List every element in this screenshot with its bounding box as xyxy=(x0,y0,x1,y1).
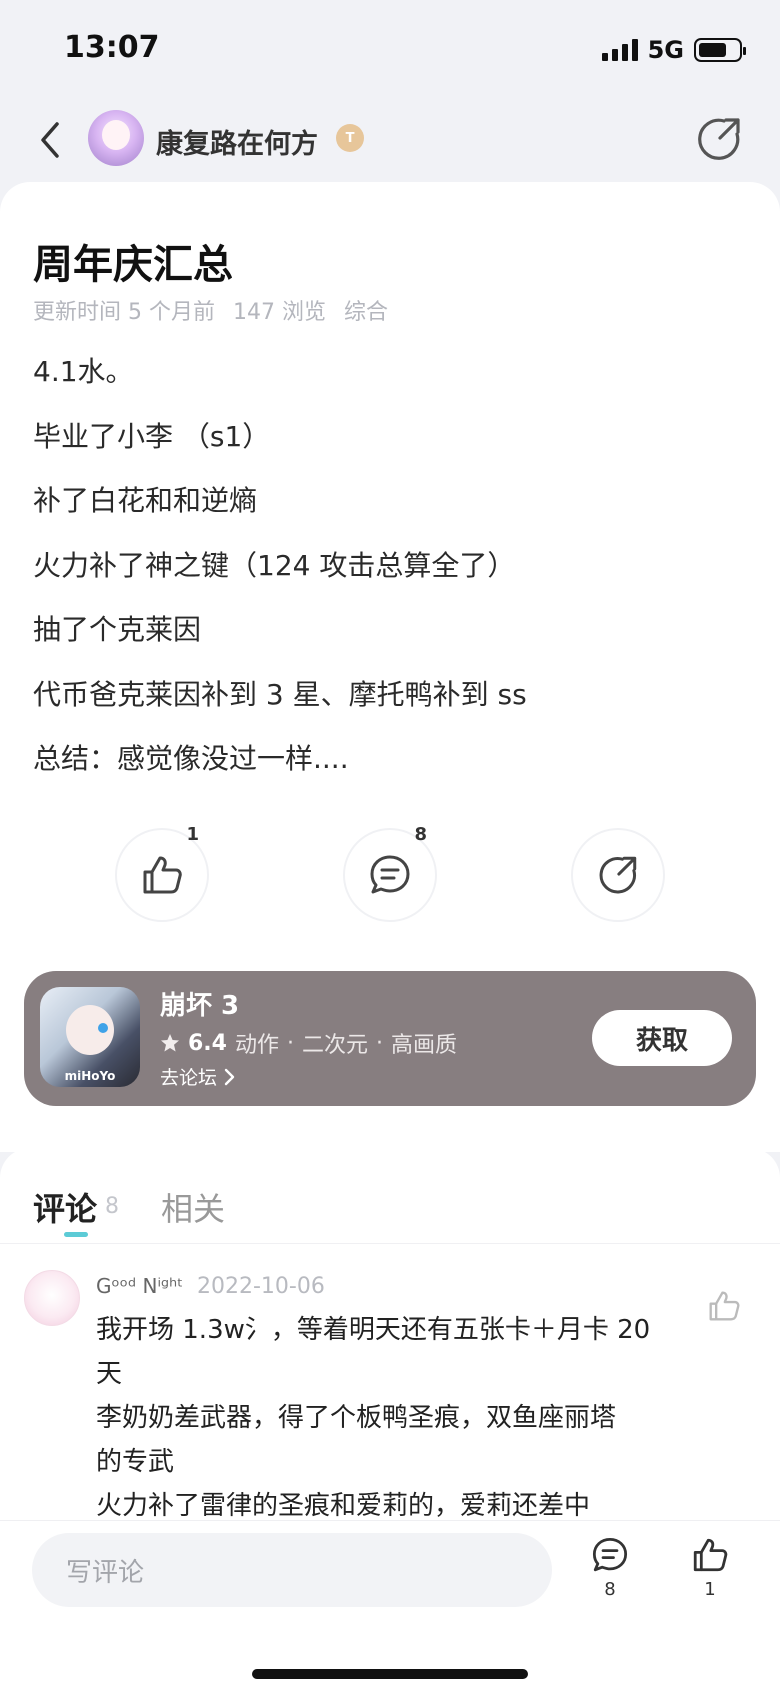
status-bar: 13:07 5G xyxy=(0,0,780,100)
post-header: 康复路在何方 T xyxy=(0,100,780,180)
updated-time: 更新时间 5 个月前 xyxy=(33,300,215,325)
post-card: 周年庆汇总 更新时间 5 个月前 147 浏览 综合 4.1水。 毕业了小李 （… xyxy=(0,182,780,1152)
post-line: 补了白花和和逆熵 xyxy=(33,484,258,517)
game-tag: 二次元 xyxy=(302,1033,369,1058)
post-line: 代币爸克莱因补到 3 星、摩托鸭补到 ss xyxy=(33,677,527,711)
comment-bubble-icon xyxy=(592,1537,628,1572)
game-tag: 高画质 xyxy=(391,1033,458,1058)
post-category[interactable]: 综合 xyxy=(344,294,388,326)
tag-separator: · xyxy=(376,1030,384,1056)
thumbs-up-icon xyxy=(693,1538,728,1572)
back-button[interactable] xyxy=(26,116,74,164)
share-button[interactable] xyxy=(571,828,665,922)
post-title: 周年庆汇总 xyxy=(33,242,233,288)
tab-related[interactable]: 相关 xyxy=(161,1184,225,1230)
comment-like-icon[interactable] xyxy=(706,1288,742,1324)
comment-tabs: 评论 8 相关 xyxy=(0,1148,780,1244)
comment-line: 火力补了雷律的圣痕和爱莉的，爱莉还差中 xyxy=(96,1491,591,1520)
post-body: 4.1水。 毕业了小李 （s1） 补了白花和和逆熵 火力补了神之键（124 攻击… xyxy=(33,352,753,804)
bottom-comment-count: 8 xyxy=(604,1579,616,1600)
bottom-comment-button[interactable]: 8 xyxy=(580,1535,640,1600)
comment-line: 天 xyxy=(96,1359,123,1389)
status-indicators: 5G xyxy=(601,36,746,64)
comment-author[interactable]: Gᵒᵒᵈ Nⁱᵍʰᵗ xyxy=(96,1274,183,1298)
get-game-button[interactable]: 获取 xyxy=(592,1010,732,1066)
game-card[interactable]: miHoYo 崩坏 3 6.4 动作 · 二次元 · 高画质 去论坛 获取 xyxy=(24,971,756,1106)
active-tab-indicator xyxy=(64,1232,88,1237)
tab-comments-count: 8 xyxy=(105,1194,119,1219)
network-type: 5G xyxy=(647,36,684,64)
status-time: 13:07 xyxy=(64,30,160,65)
bottom-bar: 写评论 8 1 xyxy=(0,1520,780,1688)
tab-comments[interactable]: 评论 xyxy=(33,1184,97,1230)
game-icon: miHoYo xyxy=(40,987,140,1087)
forum-link-label: 去论坛 xyxy=(160,1067,218,1089)
comment-date: 2022-10-06 xyxy=(197,1274,325,1299)
comment-line: 我开场 1.3w氵，等着明天还有五张卡＋月卡 20 xyxy=(96,1315,651,1345)
comment-bubble-icon xyxy=(370,855,410,894)
game-icon-brand: miHoYo xyxy=(64,1069,116,1083)
comment-button[interactable]: 8 xyxy=(343,824,437,922)
view-count: 147 浏览 xyxy=(232,300,326,325)
comment-line: 李奶奶差武器，得了个板鸭圣痕，双鱼座丽塔 xyxy=(96,1403,617,1433)
level-badge: T xyxy=(336,124,364,152)
like-button[interactable]: 1 xyxy=(115,824,209,922)
thumbs-up-icon xyxy=(143,856,182,894)
tag-separator: · xyxy=(287,1030,294,1056)
post-meta: 更新时间 5 个月前 147 浏览 综合 xyxy=(33,294,388,326)
comment-line: 的专武 xyxy=(96,1447,175,1477)
post-actions: 1 8 xyxy=(0,824,780,928)
game-tag: 动作 xyxy=(234,1033,279,1058)
game-rating: 6.4 xyxy=(188,1030,227,1056)
share-icon[interactable] xyxy=(694,114,744,164)
comment-text: 我开场 1.3w氵，等着明天还有五张卡＋月卡 20 天 李奶奶差武器，得了个板鸭… xyxy=(96,1308,696,1520)
like-count: 1 xyxy=(186,824,199,845)
game-name: 崩坏 3 xyxy=(160,991,240,1021)
signal-icon xyxy=(601,39,638,61)
bottom-like-count: 1 xyxy=(704,1579,716,1600)
author-avatar[interactable] xyxy=(88,110,144,166)
author-name[interactable]: 康复路在何方 xyxy=(156,122,318,161)
post-line: 毕业了小李 （s1） xyxy=(33,419,271,453)
battery-icon xyxy=(694,38,746,62)
post-line: 4.1水。 xyxy=(33,355,134,388)
bottom-like-button[interactable]: 1 xyxy=(680,1535,740,1600)
post-line: 火力补了神之键（124 攻击总算全了） xyxy=(33,548,516,582)
post-line: 总结：感觉像没过一样.... xyxy=(33,742,349,775)
forum-link[interactable]: 去论坛 xyxy=(160,1063,235,1090)
star-icon xyxy=(161,1034,179,1052)
commenter-avatar[interactable] xyxy=(24,1270,80,1326)
game-tags: 6.4 动作 · 二次元 · 高画质 xyxy=(160,1027,457,1059)
comments-section: 评论 8 相关 Gᵒᵒᵈ Nⁱᵍʰᵗ 2022-10-06 我开场 1.3w氵，… xyxy=(0,1148,780,1520)
chevron-right-icon xyxy=(224,1068,235,1085)
home-indicator[interactable] xyxy=(252,1669,528,1679)
share-icon xyxy=(599,856,637,894)
comment-input[interactable]: 写评论 xyxy=(32,1533,552,1607)
comment-count: 8 xyxy=(414,824,427,845)
chevron-left-icon xyxy=(41,122,59,158)
post-line: 抽了个克莱因 xyxy=(33,613,202,646)
